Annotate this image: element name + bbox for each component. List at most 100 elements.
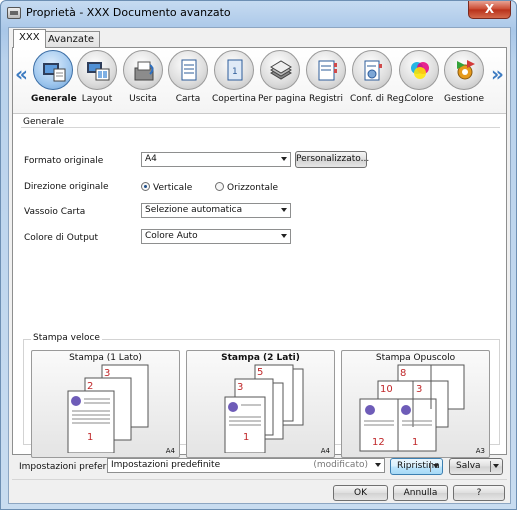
category-gestione[interactable]: Gestione [442, 50, 486, 104]
category-label: Colore [404, 94, 434, 104]
vassoio-label: Vassoio Carta [24, 207, 86, 217]
category-label: Carta [175, 94, 201, 104]
single-sided-pages-icon: 3 2 1 [67, 364, 149, 453]
svg-text:8: 8 [400, 368, 406, 379]
category-per-pagina[interactable]: Per pagina [258, 50, 306, 104]
chevron-down-icon[interactable] [433, 464, 439, 468]
ripristina-button[interactable]: Ripristina [390, 458, 443, 475]
chevron-down-icon [281, 234, 287, 238]
pref-label: Impostazioni preferite [19, 462, 118, 472]
colore-output-value: Colore Auto [145, 231, 198, 241]
quick-print-2-lati[interactable]: Stampa (2 Lati) 5 3 1 A4 [186, 350, 335, 458]
printer-icon [7, 7, 21, 19]
carta-icon [181, 59, 197, 81]
tab-xxx[interactable]: XXX [13, 29, 46, 48]
gestione-icon [457, 60, 475, 80]
svg-text:1: 1 [243, 432, 249, 443]
window-title: Proprietà - XXX Documento avanzato [26, 6, 231, 19]
per-pagina-icon [270, 60, 292, 80]
direzione-label: Direzione originale [24, 182, 109, 192]
close-button[interactable]: X [468, 1, 511, 19]
category-copertina[interactable]: 1 Copertina [212, 50, 256, 104]
category-label: Gestione [444, 94, 484, 104]
paper-size: A3 [475, 447, 485, 455]
quick-print-name: Stampa (1 Lato) [69, 353, 142, 363]
svg-text:12: 12 [372, 437, 385, 448]
pref-value: Impostazioni predefinite [111, 460, 221, 470]
annulla-button[interactable]: Annulla [393, 485, 448, 501]
category-label: Conf. di Reg. [350, 94, 407, 104]
category-label: Registri [308, 94, 344, 104]
category-layout[interactable]: Layout [75, 50, 119, 104]
radio-icon [215, 182, 224, 191]
conf-reg-icon [364, 60, 382, 81]
salva-label: Salva [456, 461, 481, 471]
quick-print-name: Stampa (2 Lati) [221, 353, 300, 363]
registri-icon [318, 60, 337, 81]
svg-text:3: 3 [104, 368, 110, 379]
category-carta[interactable]: Carta [166, 50, 210, 104]
bottom-divider [12, 479, 507, 480]
help-button[interactable]: ? [453, 485, 505, 501]
salva-button[interactable]: Salva [449, 458, 503, 475]
chevron-down-icon [281, 208, 287, 212]
paper-size: A4 [165, 447, 175, 455]
personalizzato-button[interactable]: Personalizzato... [295, 151, 369, 168]
svg-text:1: 1 [87, 432, 93, 443]
svg-text:5: 5 [257, 367, 263, 378]
chevron-down-icon [375, 463, 381, 467]
pref-select[interactable]: Impostazioni predefinite (modificato) [107, 458, 385, 473]
verticale-radio[interactable]: Verticale [141, 182, 192, 193]
category-uscita[interactable]: Uscita [121, 50, 165, 104]
section-title: Generale [23, 117, 65, 127]
svg-text:1: 1 [232, 67, 238, 77]
quick-print-opuscolo[interactable]: Stampa Opuscolo 8 10 3 12 1 A3 [341, 350, 490, 458]
category-label: Per pagina [258, 94, 306, 104]
formato-select[interactable]: A4 [141, 152, 291, 167]
radio-selected-icon [141, 182, 150, 191]
svg-text:3: 3 [237, 382, 243, 393]
category-label: Generale [31, 94, 77, 104]
category-conf-reg[interactable]: Conf. di Reg. [350, 50, 407, 104]
tab-avanzate[interactable]: Avanzate [42, 31, 101, 47]
scroll-right-icon[interactable]: » [491, 62, 504, 86]
properties-window: Proprietà - XXX Documento avanzato X XXX… [0, 0, 517, 510]
vassoio-value: Selezione automatica [145, 205, 243, 215]
category-label: Copertina [212, 94, 256, 104]
tab-panel: « Generale Layout Uscita Carta 1 Coperti… [12, 47, 507, 458]
ok-button[interactable]: OK [333, 485, 388, 501]
copertina-icon: 1 [227, 59, 243, 81]
dialog-client: XXX Avanzate « Generale Layout Uscita Ca… [8, 27, 511, 504]
svg-text:3: 3 [416, 384, 422, 395]
section-divider [21, 127, 500, 128]
orizzontale-radio[interactable]: Orizzontale [215, 182, 278, 193]
category-colore[interactable]: Colore [397, 50, 441, 104]
chevron-down-icon [281, 157, 287, 161]
category-label: Layout [81, 94, 113, 104]
generale-icon [43, 63, 66, 82]
quick-print-1-lato[interactable]: Stampa (1 Lato) 3 2 1 A4 [31, 350, 180, 458]
quick-print-name: Stampa Opuscolo [375, 353, 456, 363]
formato-value: A4 [145, 154, 157, 164]
verticale-label: Verticale [153, 183, 193, 193]
vassoio-select[interactable]: Selezione automatica [141, 203, 291, 218]
orizzontale-label: Orizzontale [227, 183, 279, 193]
category-strip: « Generale Layout Uscita Carta 1 Coperti… [13, 48, 506, 114]
quick-print-title: Stampa veloce [31, 333, 102, 343]
layout-icon [87, 62, 110, 81]
pref-modified: (modificato) [313, 460, 368, 470]
svg-text:2: 2 [87, 381, 93, 392]
uscita-icon [134, 61, 154, 81]
category-generale[interactable]: Generale [27, 48, 81, 112]
scroll-left-icon[interactable]: « [15, 62, 28, 86]
category-label: Uscita [129, 94, 157, 104]
colore-output-label: Colore di Output [24, 233, 99, 243]
formato-label: Formato originale [24, 156, 104, 166]
chevron-down-icon[interactable] [493, 464, 499, 468]
svg-text:1: 1 [412, 437, 418, 448]
title-bar[interactable]: Proprietà - XXX Documento avanzato X [1, 1, 516, 27]
category-registri[interactable]: Registri [304, 50, 348, 104]
double-sided-pages-icon: 5 3 1 [224, 364, 304, 453]
colore-output-select[interactable]: Colore Auto [141, 229, 291, 244]
paper-size: A4 [320, 447, 330, 455]
